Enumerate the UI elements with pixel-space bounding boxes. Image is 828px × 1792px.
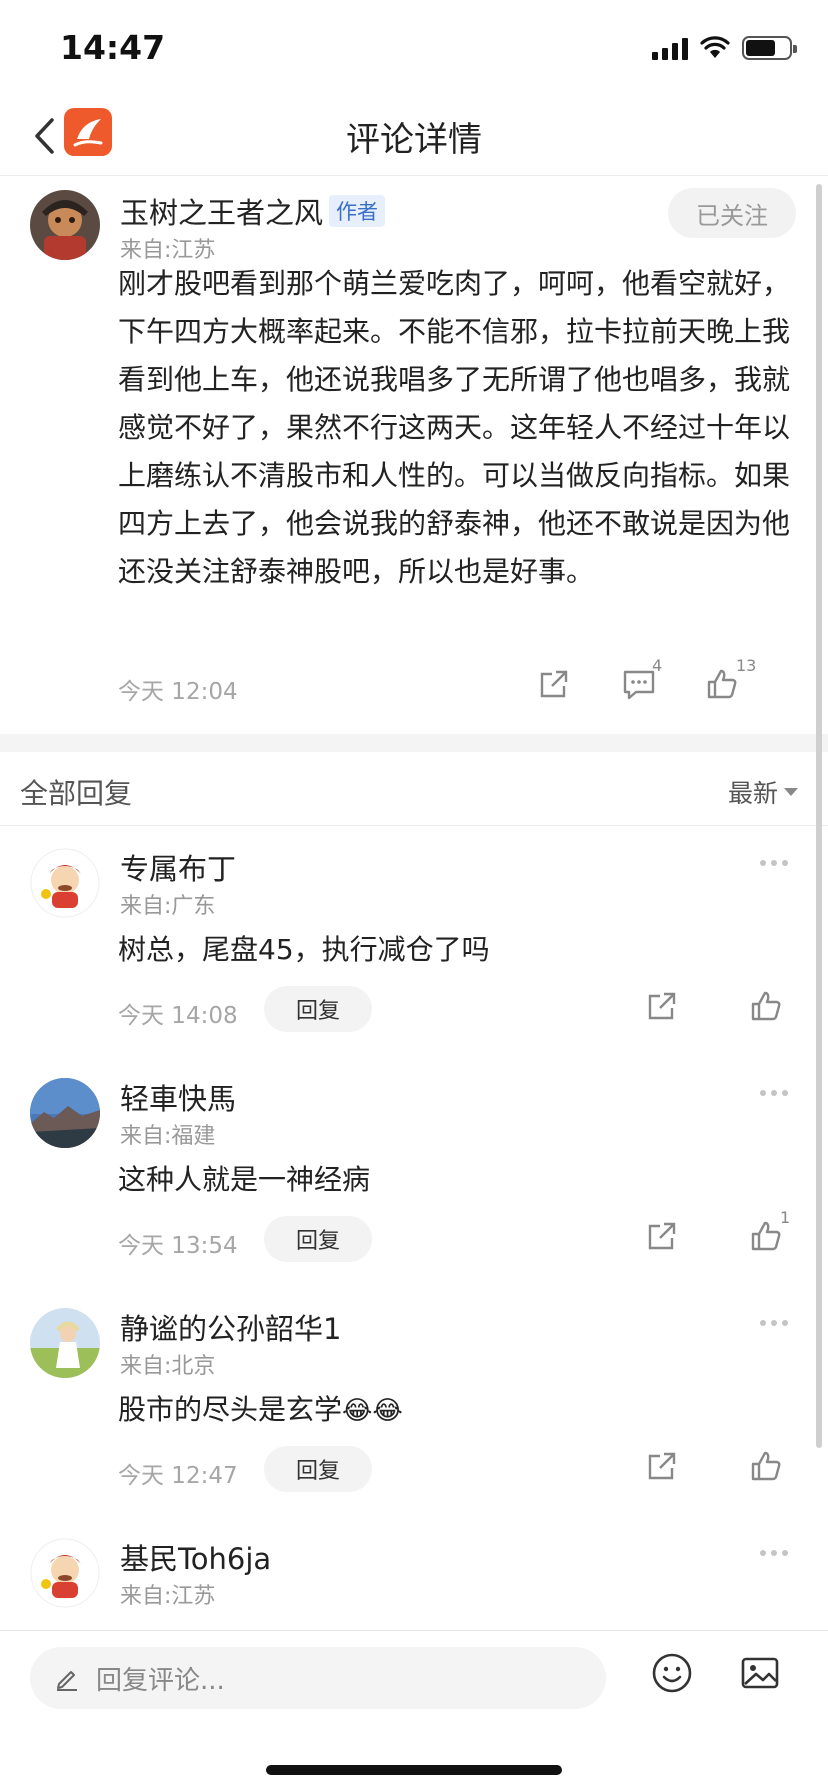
avatar[interactable] xyxy=(30,1078,100,1148)
post-time: 今天 12:04 xyxy=(118,679,238,705)
reply-button[interactable]: 回复 xyxy=(264,1446,372,1492)
bottom-bar: 回复评论... xyxy=(0,1630,828,1792)
like-count: 1 xyxy=(780,1208,791,1227)
thumbs-up-icon[interactable]: 1 xyxy=(750,1208,790,1260)
reply-time: 今天 13:54 xyxy=(118,1233,238,1259)
page-title: 评论详情 xyxy=(346,120,482,160)
author-badge: 作者 xyxy=(329,195,386,227)
battery-icon xyxy=(742,36,797,60)
reply-location: 来自:江苏 xyxy=(120,1584,216,1609)
emoji-icon[interactable] xyxy=(650,1651,694,1695)
reply-footer: 今天 12:47 回复 xyxy=(118,1446,828,1494)
status-icons xyxy=(652,36,797,60)
sort-dropdown[interactable]: 最新 xyxy=(728,774,798,810)
more-icon[interactable] xyxy=(760,1550,788,1556)
reply-item: 基民Toh6ja 来自:江苏 xyxy=(0,1516,828,1630)
scrollbar[interactable] xyxy=(816,184,822,1448)
follow-button[interactable]: 已关注 xyxy=(668,188,796,238)
caret-down-icon[interactable] xyxy=(784,788,798,796)
status-time: 14:47 xyxy=(60,28,166,67)
home-indicator xyxy=(266,1765,562,1775)
post-footer: 今天 12:04 4 13 xyxy=(118,656,828,708)
status-bar: 14:47 xyxy=(0,0,828,96)
reply-location: 来自:福建 xyxy=(120,1124,216,1149)
reply-input[interactable]: 回复评论... xyxy=(30,1647,606,1709)
avatar[interactable] xyxy=(30,1538,100,1608)
wifi-icon xyxy=(700,36,730,58)
reply-footer: 今天 14:08 回复 xyxy=(118,986,828,1034)
reply-body: 这种人就是一神经病 xyxy=(118,1163,371,1196)
avatar[interactable] xyxy=(30,848,100,918)
laughing-emoji: 😂😂 xyxy=(342,1396,403,1426)
reply-author[interactable]: 静谧的公孙韶华1 xyxy=(120,1306,341,1348)
thumbs-up-icon[interactable] xyxy=(750,1450,790,1490)
pencil-icon xyxy=(57,1671,77,1691)
reply-time: 今天 12:47 xyxy=(118,1463,238,1489)
comment-icon[interactable]: 4 xyxy=(622,656,662,708)
reply-item: 静谧的公孙韶华1 来自:北京 股市的尽头是玄学😂😂 今天 12:47 回复 xyxy=(0,1286,828,1516)
avatar[interactable] xyxy=(30,1308,100,1378)
image-icon[interactable] xyxy=(738,1651,782,1695)
sort-label[interactable]: 最新 xyxy=(728,774,778,810)
avatar[interactable] xyxy=(30,190,100,260)
reply-location: 来自:广东 xyxy=(120,894,216,919)
author-name[interactable]: 玉树之王者之风 作者 xyxy=(120,190,386,232)
reply-button[interactable]: 回复 xyxy=(264,986,372,1032)
more-icon[interactable] xyxy=(760,1320,788,1326)
author-name-text[interactable]: 玉树之王者之风 xyxy=(120,190,323,232)
thumbs-up-icon[interactable]: 13 xyxy=(706,656,756,708)
main-post: 玉树之王者之风 作者 来自:江苏 已关注 刚才股吧看到那个萌兰爱吃肉了，呵呵，他… xyxy=(0,176,828,734)
reply-body: 股市的尽头是玄学😂😂 xyxy=(118,1388,403,1428)
reply-author[interactable]: 轻車快馬 xyxy=(120,1076,236,1118)
nav-bar: 评论详情 xyxy=(0,96,828,176)
reply-body: 树总，尾盘45，执行减仓了吗 xyxy=(118,933,490,966)
post-body: 刚才股吧看到那个萌兰爱吃肉了，呵呵，他看空就好，下午四方大概率起来。不能不信邪，… xyxy=(118,267,791,588)
reply-time: 今天 14:08 xyxy=(118,1003,238,1029)
comment-count: 4 xyxy=(652,656,663,675)
replies-title: 全部回复 xyxy=(20,777,133,810)
replies-header: 全部回复 最新 xyxy=(0,752,828,826)
reply-footer: 今天 13:54 回复 1 xyxy=(118,1208,828,1264)
section-divider xyxy=(0,734,828,752)
reply-item: 专属布丁 来自:广东 树总，尾盘45，执行减仓了吗 今天 14:08 回复 xyxy=(0,826,828,1056)
signal-icon xyxy=(652,36,688,60)
share-icon[interactable] xyxy=(646,990,686,1030)
reply-button[interactable]: 回复 xyxy=(264,1216,372,1262)
share-icon[interactable] xyxy=(646,1220,686,1260)
share-icon[interactable] xyxy=(646,1450,686,1490)
reply-author[interactable]: 基民Toh6ja xyxy=(120,1536,271,1578)
more-icon[interactable] xyxy=(760,860,788,866)
more-icon[interactable] xyxy=(760,1090,788,1096)
reply-body-text: 股市的尽头是玄学 xyxy=(118,1393,343,1426)
reply-item: 轻車快馬 来自:福建 这种人就是一神经病 今天 13:54 回复 1 xyxy=(0,1056,828,1286)
reply-input-placeholder[interactable]: 回复评论... xyxy=(96,1660,225,1697)
thumbs-up-icon[interactable] xyxy=(750,990,790,1030)
reply-location: 来自:北京 xyxy=(120,1354,216,1379)
like-count: 13 xyxy=(736,656,757,675)
share-icon[interactable] xyxy=(538,668,578,708)
reply-author[interactable]: 专属布丁 xyxy=(120,846,236,888)
